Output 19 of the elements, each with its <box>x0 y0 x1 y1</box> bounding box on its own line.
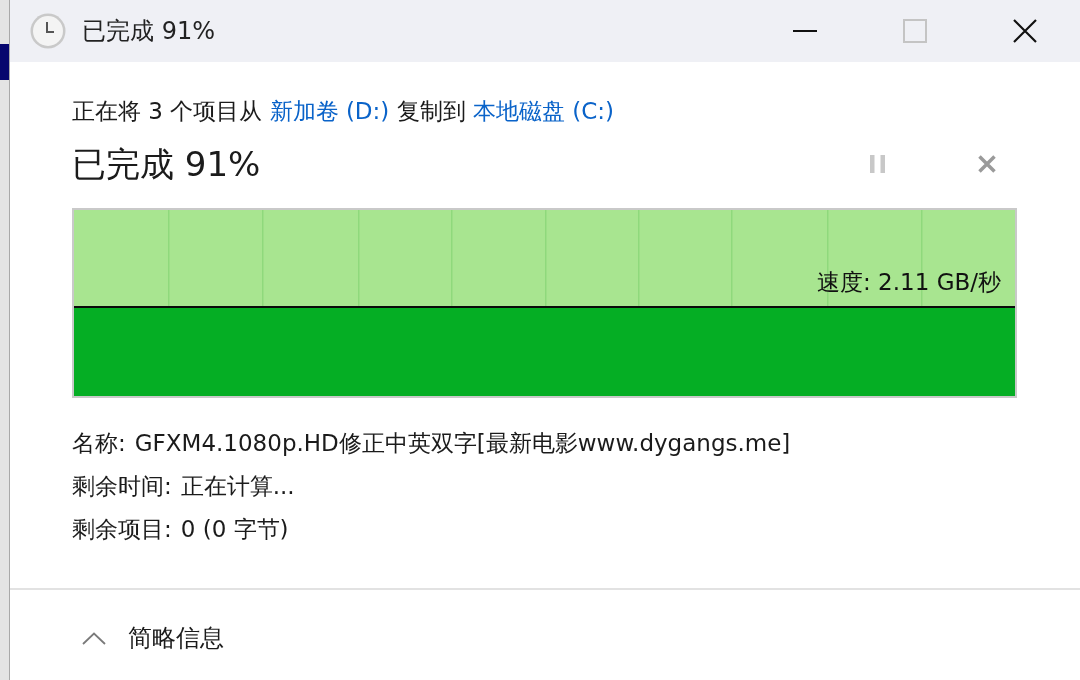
detail-label: 剩余时间: <box>72 472 172 501</box>
location-link[interactable]: 新加卷 (D:) <box>269 98 390 124</box>
location-link[interactable]: 本地磁盘 (C:) <box>472 98 614 124</box>
close-icon <box>978 155 996 173</box>
detail-value: GFXM4.1080p.HD修正中英双字[最新电影www.dygangs.me] <box>134 429 791 458</box>
detail-label: 剩余项目: <box>72 515 172 544</box>
copy-message: 正在将 3 个项目从 新加卷 (D:) 复制到 本地磁盘 (C:) <box>72 97 614 126</box>
detail-label: 名称: <box>72 429 126 458</box>
progress-title: 已完成 91% <box>72 143 261 186</box>
clock-icon <box>30 13 66 49</box>
window-title: 已完成 91% <box>82 16 215 47</box>
close-icon <box>1013 19 1037 43</box>
fewer-details-button[interactable]: 简略信息 <box>82 622 224 654</box>
detail-value: 0 (0 字节) <box>180 515 289 544</box>
detail-value: 正在计算... <box>180 472 295 501</box>
minimize-icon <box>793 30 817 32</box>
chevron-up-icon <box>82 631 106 645</box>
maximize-icon <box>903 19 927 43</box>
pause-icon <box>869 155 885 173</box>
